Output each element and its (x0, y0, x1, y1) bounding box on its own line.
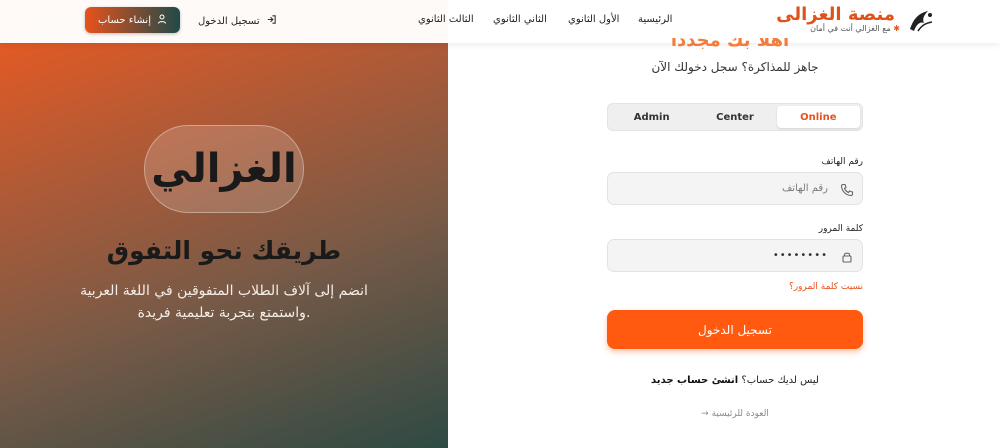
phone-input[interactable] (608, 173, 862, 204)
role-tabs: Admin Center Online (607, 103, 863, 131)
password-label: كلمة المرور (818, 224, 863, 234)
nav-link-first-secondary[interactable]: الأول الثانوي (568, 14, 619, 25)
nav-link-third-secondary[interactable]: الثالث الثانوي (418, 14, 474, 25)
back-home-link[interactable]: العودة للرئيسية → (600, 409, 870, 419)
hero-panel: الغزالي طريقك نحو التفوق انضم إلى آلاف ا… (0, 0, 448, 448)
phone-icon (840, 182, 854, 197)
signup-button-label: إنشاء حساب (98, 14, 151, 26)
nav-link-home[interactable]: الرئيسية (638, 14, 672, 25)
phone-label: رقم الهاتف (821, 157, 863, 167)
login-arrow-icon (266, 14, 277, 28)
no-account-text: ليس لديك حساب؟ (741, 375, 819, 386)
hero-logo: الغزالي (144, 125, 304, 213)
forgot-password-link[interactable]: نسيت كلمة المرور؟ (789, 282, 863, 292)
back-home-label: العودة للرئيسية (711, 409, 769, 419)
signup-button[interactable]: إنشاء حساب (85, 7, 180, 33)
user-icon (157, 14, 167, 27)
hero-title: طريقك نحو التفوق (106, 236, 342, 265)
no-account-line: ليس لديك حساب؟ انشئ حساب جديد (600, 375, 870, 386)
tab-admin[interactable]: Admin (610, 106, 693, 128)
login-link-label: تسجيل الدخول (198, 15, 260, 27)
hero-description: انضم إلى آلاف الطلاب المتفوقين في اللغة … (80, 283, 368, 321)
phone-field-wrapper (607, 172, 863, 205)
create-account-link[interactable]: انشئ حساب جديد (651, 375, 738, 386)
brand-tagline: ✱ مع الغزالي أنت في أمان (810, 24, 900, 33)
brand-tagline-text: مع الغزالي أنت في أمان (810, 24, 891, 33)
lock-icon (840, 249, 854, 263)
brand-logo-icon[interactable] (904, 6, 938, 36)
tab-online[interactable]: Online (776, 106, 860, 128)
tab-center[interactable]: Center (693, 106, 776, 128)
login-submit-button[interactable]: تسجيل الدخول (607, 310, 863, 349)
top-navbar: منصة الغزالى ✱ مع الغزالي أنت في أمان ال… (0, 0, 1000, 43)
nav-link-second-secondary[interactable]: الثاني الثانوي (493, 14, 547, 25)
password-input[interactable] (608, 240, 862, 271)
brand-name[interactable]: منصة الغزالى (776, 4, 895, 25)
form-subtitle: جاهز للمذاكرة؟ سجل دخولك الآن (651, 60, 819, 74)
arrow-right-icon: → (701, 409, 709, 419)
welcome-title: أهلاً بك مجدداً (640, 38, 820, 50)
password-field-wrapper (607, 239, 863, 272)
welcome-title-text: أهلاً بك مجدداً (670, 38, 790, 50)
login-link[interactable]: تسجيل الدخول (198, 14, 277, 28)
